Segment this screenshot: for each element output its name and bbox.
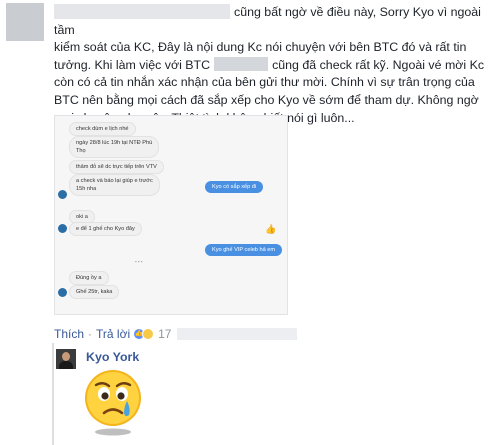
reply-author-avatar[interactable] [56,349,76,369]
comment-line-2: kiểm soát của KC, Đây là nội dung Kc nói… [54,40,467,55]
reaction-count[interactable]: 17 [158,325,171,343]
chat-bubble-outgoing: Kyo có sắp xếp đi [205,181,264,193]
comment-line-4: còn có cả tin nhắn xác nhận của bên gửi … [54,75,475,90]
like-link[interactable]: Thích [54,325,84,343]
comment-line-5: BTC nên bằng mọi cách đã sắp xếp cho Kyo… [54,92,479,107]
reactions-summary[interactable]: 👍 [133,328,155,340]
chat-text: ngày 28/8 lúc 19h tại NTĐ Phú [76,140,153,146]
commenter-avatar-redacted[interactable] [6,3,44,41]
comment-actions: Thích · Trả lời 👍 17 [54,325,298,343]
avatar-face [62,352,70,361]
chat-bubble: Đúng ồy a [69,271,109,285]
chat-bubble: thảm đỏ sẽ dc trực tiếp trên VTV [69,160,164,174]
chat-bubble: a check và báo lại giúp e trước 15h nha [69,174,160,196]
chat-bubble: e để 1 ghế cho Kyo đây [69,222,142,236]
thumbs-up-icon: 👍 [265,224,277,234]
reply-thread-line [52,343,54,445]
comment-body: cũng bất ngờ về điều này, Sorry Kyo vì n… [54,4,496,127]
avatar-body [59,361,73,369]
comment-line-3a: tưởng. Khi làm việc với BTC [54,57,211,72]
commenter-name-redacted[interactable] [54,4,230,19]
sad-face-icon [142,328,155,340]
chat-avatar-icon [58,288,67,297]
attached-chat-screenshot[interactable]: check dùm e lịch nhé ngày 28/8 lúc 19h t… [54,115,288,315]
chat-text: a check và báo lại giúp e trước [76,178,153,184]
crying-emoji-sticker [85,370,141,436]
reply-link[interactable]: Trả lời [96,325,130,343]
comment-line-3b: cũng đã check rất kỹ. Ngoài vé mời Kc [272,57,485,72]
chat-avatar-icon [58,190,67,199]
chat-bubble-outgoing: Kyo ghế VIP celeb hả em [205,244,283,256]
redacted-timestamp [177,328,298,340]
chat-bubble: check dùm e lịch nhé [69,122,136,136]
reply-author-name[interactable]: Kyo York [86,350,139,364]
chat-text: Thọ [76,148,86,154]
chat-avatar-icon [58,224,67,233]
separator: · [88,327,93,341]
chat-text: 15h nha [76,186,97,192]
redacted-name [214,56,269,71]
chat-timestamp: ▪ ▪ ▪ [135,259,143,264]
chat-bubble: Ghế 25tr, kaka [69,285,120,299]
chat-bubble: ngày 28/8 lúc 19h tại NTĐ Phú Thọ [69,136,160,158]
